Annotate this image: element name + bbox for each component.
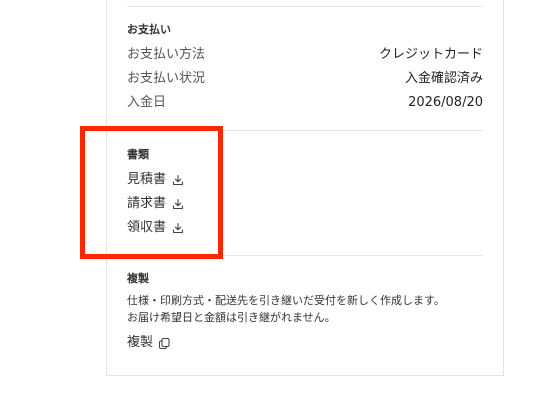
invoice-download-link[interactable]: 請求書 xyxy=(127,195,184,213)
payment-section-title: お支払い xyxy=(127,23,171,36)
duplicate-link-label: 複製 xyxy=(127,335,154,350)
download-icon xyxy=(172,174,184,186)
payment-date-label: 入金日 xyxy=(127,95,167,110)
order-detail-panel: お支払い お支払い方法 クレジットカード お支払い状況 入金確認済み 入金日 2… xyxy=(106,0,504,376)
payment-divider xyxy=(127,130,483,131)
payment-date-value: 2026/08/20 xyxy=(408,95,483,110)
receipt-label: 領収書 xyxy=(127,220,167,235)
duplicate-description-line2: お届け希望日と金額は引き継がれません。 xyxy=(127,311,336,324)
payment-method-label: お支払い方法 xyxy=(127,47,206,62)
download-icon xyxy=(172,198,184,210)
payment-method-value: クレジットカード xyxy=(378,47,483,62)
duplicate-description-line1: 仕様・印刷方式・配送先を引き継いだ受付を新しく作成します。 xyxy=(127,294,445,307)
estimate-label: 見積書 xyxy=(127,172,167,187)
top-divider xyxy=(127,6,483,7)
download-icon xyxy=(172,222,184,234)
duplicate-section-title: 複製 xyxy=(127,272,149,285)
receipt-download-link[interactable]: 領収書 xyxy=(127,219,184,237)
payment-status-label: お支払い状況 xyxy=(127,71,206,86)
duplicate-link[interactable]: 複製 xyxy=(127,334,171,352)
documents-section-title: 書類 xyxy=(127,148,149,161)
documents-divider xyxy=(127,255,483,256)
copy-icon xyxy=(158,337,171,350)
invoice-label: 請求書 xyxy=(127,196,167,211)
estimate-download-link[interactable]: 見積書 xyxy=(127,171,184,189)
payment-status-value: 入金確認済み xyxy=(404,71,483,86)
